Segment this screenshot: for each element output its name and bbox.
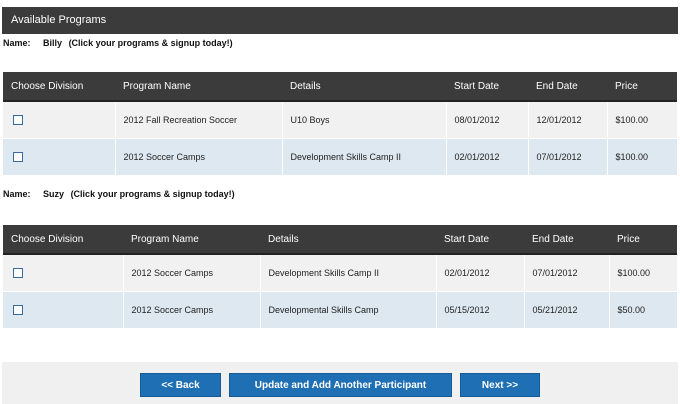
update-add-participant-button[interactable]: Update and Add Another Participant	[229, 373, 452, 397]
col-details: Details	[282, 72, 446, 102]
participant-name: Suzy	[43, 189, 65, 199]
division-checkbox[interactable]	[13, 115, 23, 126]
participant-name-line: Name: Billy (Click your programs & signu…	[3, 38, 233, 48]
start-date-cell: 08/01/2012	[446, 101, 529, 139]
price-cell: $100.00	[607, 101, 677, 139]
next-button[interactable]: Next >>	[460, 373, 540, 397]
end-date-cell: 05/21/2012	[524, 291, 610, 329]
participant-name-line: Name: Suzy (Click your programs & signup…	[3, 189, 235, 199]
signup-hint: (Click your programs & signup today!)	[68, 38, 233, 48]
available-programs-header: Available Programs	[2, 7, 678, 34]
division-checkbox[interactable]	[13, 268, 23, 279]
back-button[interactable]: << Back	[140, 373, 221, 397]
end-date-cell: 07/01/2012	[528, 138, 608, 176]
price-cell: $100.00	[607, 138, 677, 176]
name-label: Name:	[3, 189, 31, 199]
price-cell: $100.00	[609, 254, 677, 292]
table-row: 2012 Fall Recreation Soccer U10 Boys 08/…	[3, 101, 677, 139]
division-checkbox[interactable]	[13, 305, 23, 316]
start-date-cell: 02/01/2012	[446, 138, 529, 176]
price-cell: $50.00	[609, 291, 677, 329]
col-program-name: Program Name	[123, 225, 260, 255]
program-name-cell: 2012 Soccer Camps	[123, 291, 261, 329]
col-end-date: End Date	[528, 72, 607, 102]
table-row: 2012 Soccer Camps Development Skills Cam…	[3, 138, 677, 176]
participant-name: Billy	[43, 38, 63, 48]
col-price: Price	[607, 72, 677, 102]
col-price: Price	[609, 225, 677, 255]
details-cell: Developmental Skills Camp	[260, 291, 437, 329]
table-row: 2012 Soccer Camps Development Skills Cam…	[3, 254, 677, 292]
program-name-cell: 2012 Soccer Camps	[115, 138, 283, 176]
programs-table: Choose Division Program Name Details Sta…	[3, 225, 677, 329]
table-row: 2012 Soccer Camps Developmental Skills C…	[3, 291, 677, 329]
start-date-cell: 02/01/2012	[436, 254, 525, 292]
name-label: Name:	[3, 38, 31, 48]
start-date-cell: 05/15/2012	[436, 291, 525, 329]
division-checkbox[interactable]	[13, 152, 23, 163]
col-program-name: Program Name	[115, 72, 282, 102]
end-date-cell: 12/01/2012	[528, 101, 608, 139]
panel-title: Available Programs	[11, 14, 107, 26]
details-cell: Development Skills Camp II	[260, 254, 437, 292]
col-start-date: Start Date	[436, 225, 524, 255]
col-choose-division: Choose Division	[3, 72, 115, 102]
col-choose-division: Choose Division	[3, 225, 123, 255]
program-name-cell: 2012 Soccer Camps	[123, 254, 261, 292]
programs-table: Choose Division Program Name Details Sta…	[3, 72, 677, 176]
col-details: Details	[260, 225, 436, 255]
details-cell: U10 Boys	[282, 101, 447, 139]
end-date-cell: 07/01/2012	[524, 254, 610, 292]
details-cell: Development Skills Camp II	[282, 138, 447, 176]
program-name-cell: 2012 Fall Recreation Soccer	[115, 101, 283, 139]
col-end-date: End Date	[524, 225, 609, 255]
signup-hint: (Click your programs & signup today!)	[70, 189, 235, 199]
col-start-date: Start Date	[446, 72, 528, 102]
